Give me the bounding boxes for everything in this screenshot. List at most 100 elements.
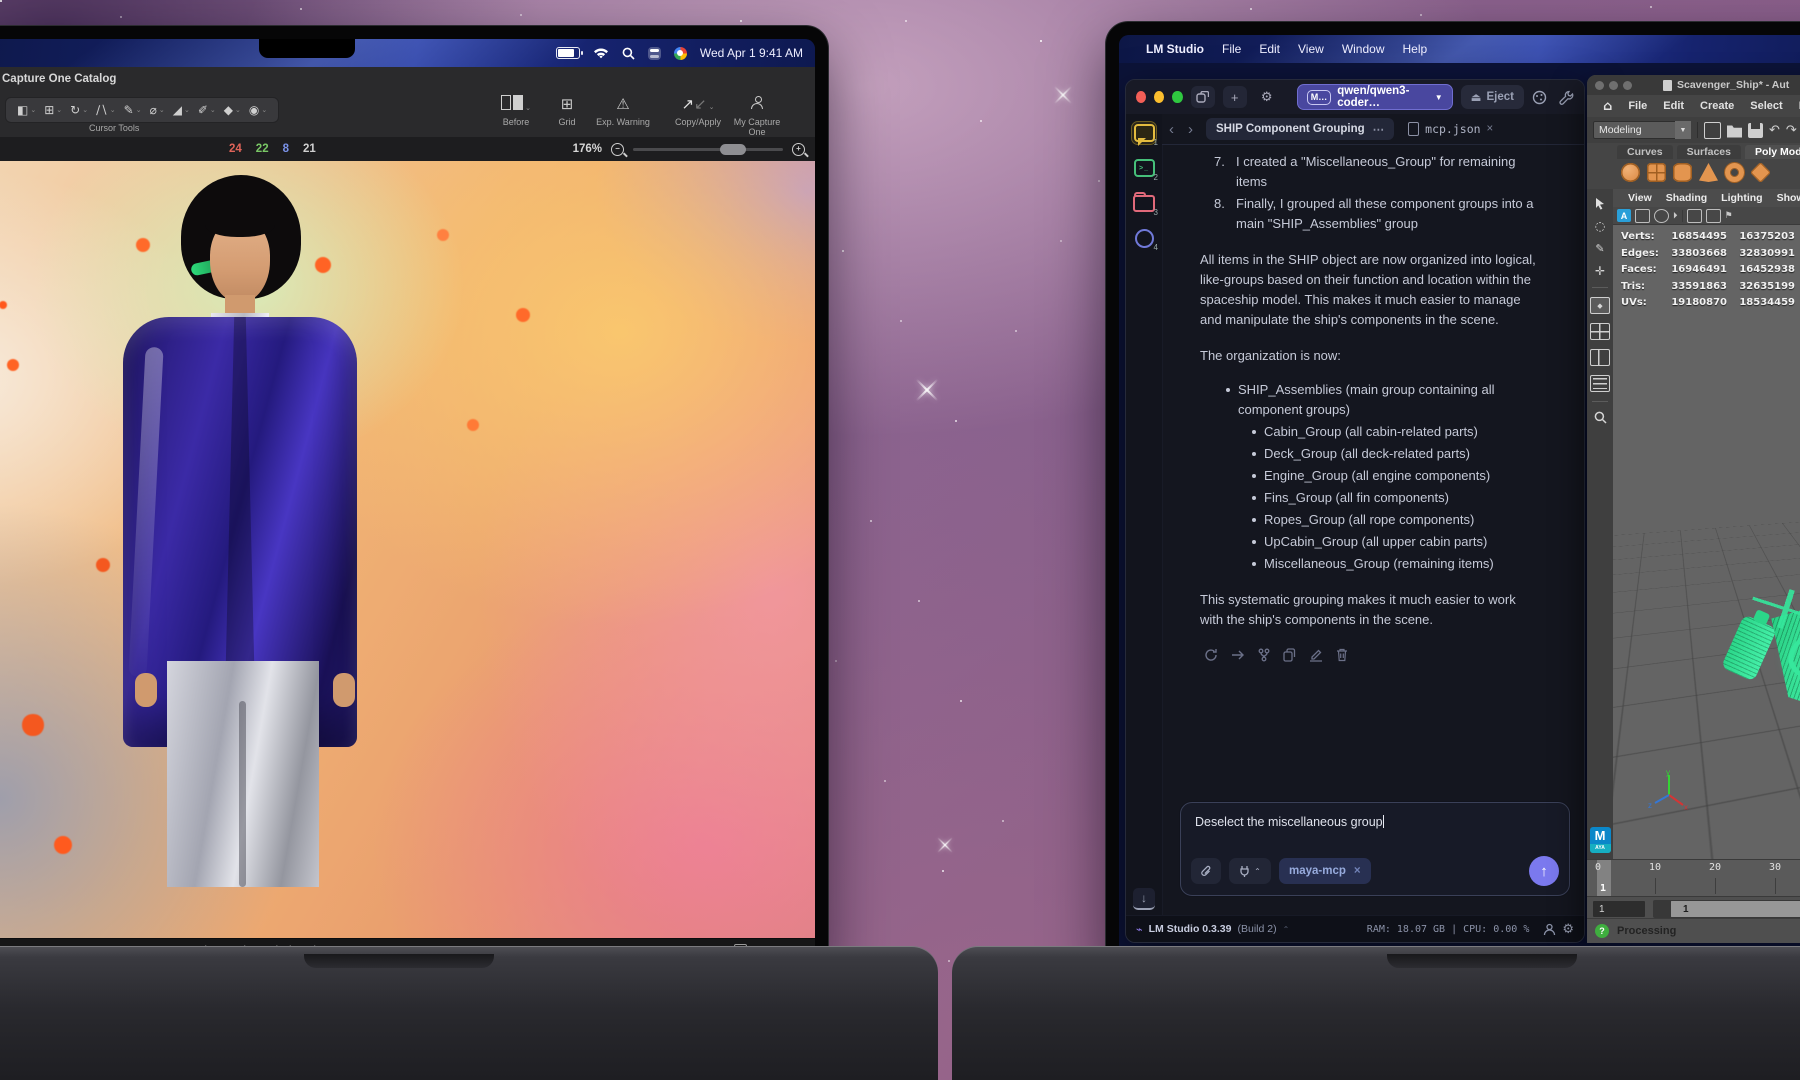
menu-item-window[interactable]: Window [1333, 42, 1394, 56]
branch-icon[interactable] [1258, 648, 1270, 662]
chat-scroll-area[interactable]: 7. I created a "Miscellaneous_Group" for… [1162, 144, 1584, 916]
nav-forward-icon[interactable]: › [1181, 121, 1200, 138]
playback-start-field[interactable]: 1 [1593, 901, 1645, 917]
version-chevron-icon[interactable]: ⌃ [1283, 925, 1290, 934]
eject-button[interactable]: ⏏Eject [1461, 85, 1524, 109]
menu-item-file[interactable]: File [1620, 100, 1655, 112]
mcp-tag-maya[interactable]: maya-mcp× [1279, 858, 1371, 884]
save-scene-icon[interactable] [1748, 123, 1763, 138]
grid-button[interactable]: ⊞ Grid [549, 95, 585, 127]
traffic-close-button[interactable] [1595, 81, 1604, 90]
file-tab-mcp-json[interactable]: mcp.json × [1408, 122, 1493, 136]
tab-more-icon[interactable]: ⋯ [1373, 122, 1385, 136]
pan-tool-icon[interactable]: ◧⌄ [14, 103, 39, 117]
copy-apply-button[interactable]: ↗↙⌄ Copy/Apply [665, 95, 731, 127]
open-scene-icon[interactable] [1727, 123, 1742, 138]
zoom-slider-knob[interactable] [720, 144, 746, 155]
user-icon[interactable] [1543, 923, 1556, 936]
poly-torus-icon[interactable] [1725, 163, 1744, 182]
mcp-plug-button[interactable]: ⌃ [1229, 858, 1271, 884]
traffic-zoom-button[interactable] [1172, 91, 1182, 103]
poly-plane-icon[interactable] [1750, 162, 1771, 183]
panel-menu-show[interactable]: Show [1770, 192, 1800, 204]
film-gate-icon[interactable] [1706, 209, 1721, 223]
bookmark-flag-icon[interactable]: ⚑ [1725, 211, 1733, 221]
menu-item-edit[interactable]: Edit [1655, 100, 1692, 112]
zoom-out-icon[interactable]: − [611, 143, 624, 156]
menu-item-modify[interactable]: Modify [1791, 100, 1800, 112]
exposure-warning-button[interactable]: ⚠ Exp. Warning [587, 95, 659, 127]
copy-icon[interactable] [1283, 648, 1296, 662]
zoom-tool-icon[interactable] [1594, 411, 1607, 424]
new-chat-button[interactable]: + [1223, 86, 1247, 108]
shelf-tab-poly-modeling[interactable]: Poly Modeling [1745, 145, 1800, 159]
zoom-in-icon[interactable]: + [792, 143, 805, 156]
chat-panel-icon[interactable] [1191, 86, 1215, 108]
gradient-tool-icon[interactable]: ◢⌄ [170, 103, 193, 117]
control-center-icon[interactable] [648, 47, 661, 60]
layout-single-pane-icon[interactable]: ◆ [1590, 297, 1610, 314]
home-icon[interactable]: ⌂ [1595, 99, 1620, 114]
maya-viewport[interactable]: View Shading Lighting Show A ⏵ ⚑ [1613, 189, 1800, 859]
developer-wrench-icon[interactable] [1559, 90, 1574, 105]
layout-outliner-icon[interactable] [1590, 375, 1610, 392]
shelf-tab-surfaces[interactable]: Surfaces [1677, 145, 1741, 159]
isolate-icon[interactable] [1635, 209, 1650, 223]
rail-developer-icon[interactable]: >_2 [1132, 157, 1156, 179]
menu-item-edit[interactable]: Edit [1250, 42, 1289, 56]
grid-toggle-icon[interactable] [1687, 209, 1702, 223]
time-slider[interactable]: 0 10 20 30 40 1 [1587, 859, 1800, 897]
layout-two-pane-icon[interactable] [1590, 349, 1610, 366]
tab-close-icon[interactable]: × [1487, 123, 1494, 135]
draw-tool-icon[interactable]: ✎⌄ [121, 103, 145, 117]
menubar-clock[interactable]: Wed Apr 1 9:41 AM [700, 46, 803, 60]
battery-icon[interactable] [556, 47, 580, 59]
rail-chat-icon[interactable]: 1 [1132, 122, 1156, 144]
erase-tool-icon[interactable]: ⌀⌄ [147, 103, 168, 117]
browser-app-icon[interactable] [674, 47, 687, 60]
spotlight-search-icon[interactable] [622, 47, 635, 60]
menu-item-create[interactable]: Create [1692, 100, 1742, 112]
camera-icon[interactable]: ⏵ [1673, 211, 1678, 221]
my-capture-one-button[interactable]: My Capture One [727, 95, 787, 137]
menu-item-file[interactable]: File [1213, 42, 1250, 56]
poly-cube-icon[interactable] [1647, 163, 1666, 182]
current-frame-marker[interactable]: 1 [1597, 860, 1611, 896]
continue-icon[interactable] [1231, 649, 1245, 661]
app-version[interactable]: LM Studio 0.3.39 [1149, 923, 1232, 935]
chat-input-box[interactable]: Deselect the miscellaneous group ⌃ maya-… [1180, 802, 1570, 896]
redo-icon[interactable]: ↷ [1786, 123, 1797, 138]
chat-input-text[interactable]: Deselect the miscellaneous group [1181, 803, 1569, 841]
panel-menu-shading[interactable]: Shading [1659, 192, 1714, 204]
nav-back-icon[interactable]: ‹ [1162, 121, 1181, 138]
settings-gear-icon[interactable]: ⚙ [1255, 86, 1279, 108]
straighten-tool-icon[interactable]: ∕∖⌄ [93, 103, 119, 117]
crop-tool-icon[interactable]: ⊞⌄ [41, 103, 65, 117]
downloads-icon[interactable]: ↓ [1133, 888, 1155, 910]
shelf-tab-curves[interactable]: Curves [1617, 145, 1673, 159]
picker-tool-icon[interactable]: ◉⌄ [246, 103, 270, 117]
rail-my-models-icon[interactable]: 3 [1132, 192, 1156, 214]
regenerate-icon[interactable] [1204, 648, 1218, 662]
zoom-slider[interactable] [633, 148, 783, 151]
traffic-minimize-button[interactable] [1609, 81, 1618, 90]
pen-tool-icon[interactable]: ✐⌄ [195, 103, 219, 117]
before-button[interactable]: ⌄ Before [489, 95, 543, 127]
wireframe-ship[interactable] [1748, 380, 1800, 744]
range-bar[interactable]: 1 120 [1671, 901, 1800, 917]
settings-gear-icon[interactable]: ⚙ [1562, 922, 1574, 937]
menu-item-view[interactable]: View [1289, 42, 1333, 56]
poly-sphere-icon[interactable] [1621, 163, 1640, 182]
move-tool-icon[interactable]: ✛ [1595, 264, 1605, 278]
new-scene-icon[interactable] [1704, 122, 1721, 139]
panel-menu-view[interactable]: View [1621, 192, 1659, 204]
menu-item-app[interactable]: LM Studio [1137, 42, 1213, 56]
remove-tag-icon[interactable]: × [1354, 865, 1361, 877]
edit-icon[interactable] [1309, 648, 1323, 662]
chat-tab[interactable]: SHIP Component Grouping ⋯ [1206, 118, 1394, 140]
poly-cone-icon[interactable] [1699, 163, 1718, 182]
menuset-dropdown[interactable]: Modeling▼ [1593, 121, 1691, 139]
attach-button[interactable] [1191, 858, 1221, 884]
appearance-palette-icon[interactable] [1532, 90, 1547, 105]
undo-icon[interactable]: ↶ [1769, 123, 1780, 138]
